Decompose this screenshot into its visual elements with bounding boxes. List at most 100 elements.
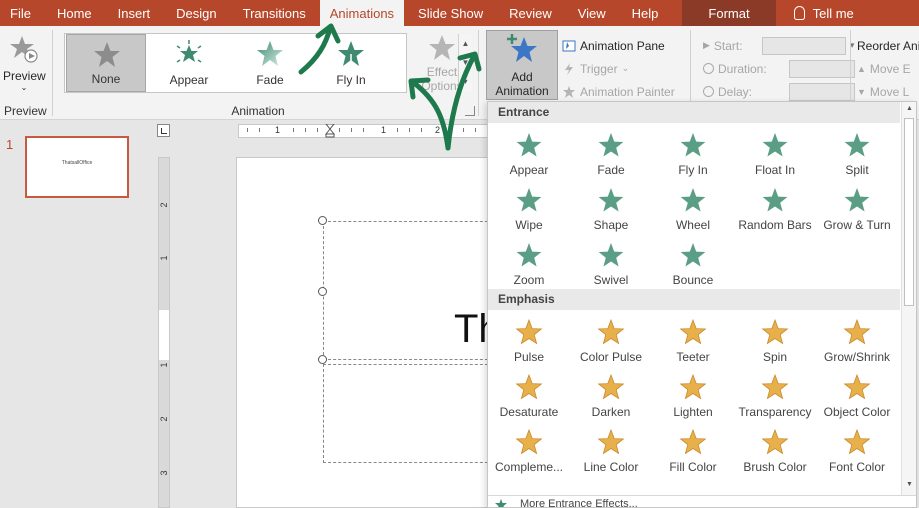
entrance-effect-wipe[interactable]: Wipe (488, 181, 570, 235)
arrow-down-icon: ▼ (857, 86, 866, 97)
emphasis-effect-line-color[interactable]: Line Color (570, 423, 652, 477)
emphasis-effect-transparency[interactable]: Transparency (734, 368, 816, 422)
tab-selector-icon[interactable] (157, 124, 170, 137)
animation-painter-button[interactable]: Animation Painter (562, 80, 675, 103)
ruler-tick (339, 128, 340, 132)
tell-me-label: Tell me (812, 5, 854, 21)
tab-animations[interactable]: Animations (319, 0, 405, 26)
ruler-tick (409, 128, 410, 132)
subtitle-placeholder[interactable] (323, 364, 493, 463)
resize-handle[interactable] (318, 287, 327, 296)
delay-label: Delay: (718, 84, 753, 99)
animation-pane-label: Animation Pane (580, 38, 665, 53)
entrance-effect-label: Fade (597, 163, 625, 177)
entrance-float-in-star-icon (762, 133, 788, 157)
emphasis-effect-lighten[interactable]: Lighten (652, 368, 734, 422)
preview-button[interactable]: Preview ⌄ (3, 34, 46, 92)
entrance-appear-star-icon (516, 133, 542, 157)
emphasis-effect-label: Compleme... (494, 460, 564, 474)
emphasis-effect-font-color[interactable]: Font Color (816, 423, 898, 477)
tab-design[interactable]: Design (160, 0, 226, 26)
effect-options-button[interactable]: Effect Options (420, 34, 464, 93)
emphasis-effect-darken[interactable]: Darken (570, 368, 652, 422)
emphasis-effect-object-color[interactable]: Object Color (816, 368, 898, 422)
entrance-effect-split[interactable]: Split (816, 126, 898, 180)
entrance-effect-label: Wheel (675, 218, 710, 232)
emphasis-effect-brush-color[interactable]: Brush Color (734, 423, 816, 477)
emphasis-effect-label: Teeter (676, 350, 710, 364)
more-entrance-effects-link[interactable]: More Entrance Effects... (488, 495, 916, 507)
emphasis-effect-grow-shrink[interactable]: Grow/Shrink (816, 313, 898, 367)
entrance-effect-bounce[interactable]: Bounce (652, 236, 734, 290)
animation-pane-button[interactable]: Animation Pane (562, 34, 675, 57)
tab-transitions[interactable]: Transitions (227, 0, 316, 26)
emphasis-effect-label: Darken (591, 405, 631, 419)
add-animation-label-2: Animation (495, 84, 549, 98)
delay-input[interactable] (789, 82, 855, 101)
add-animation-button[interactable]: Add Animation (486, 30, 558, 100)
dropdown-scrollbar[interactable]: ▲ ▼ (901, 102, 916, 495)
delay-clock-icon (703, 86, 714, 97)
tell-me-search[interactable]: Tell me (776, 0, 854, 26)
ruler-number: 2 (435, 125, 441, 135)
lightbulb-icon (793, 6, 805, 20)
entrance-effect-fly-in[interactable]: Fly In (652, 126, 734, 180)
scrollbar-thumb[interactable] (904, 118, 914, 306)
emphasis-font-color-star-icon (843, 428, 871, 455)
entrance-effect-random-bars[interactable]: Random Bars (734, 181, 816, 235)
duration-input[interactable] (789, 59, 855, 78)
emphasis-effect-pulse[interactable]: Pulse (488, 313, 570, 367)
tab-file[interactable]: File (0, 0, 41, 26)
delay-row: Delay: (703, 80, 855, 103)
emphasis-effect-compleme[interactable]: Compleme... (488, 423, 570, 477)
indent-marker-icon[interactable] (325, 124, 335, 138)
entrance-effect-swivel[interactable]: Swivel (570, 236, 652, 290)
entrance-effect-fade[interactable]: Fade (570, 126, 652, 180)
entrance-effect-zoom[interactable]: Zoom (488, 236, 570, 290)
scroll-down-icon[interactable]: ▼ (902, 478, 916, 492)
entrance-effect-float-in[interactable]: Float In (734, 126, 816, 180)
resize-handle[interactable] (318, 355, 327, 364)
gallery-item-none[interactable]: None (66, 34, 146, 92)
tab-help[interactable]: Help (616, 0, 669, 26)
tab-view[interactable]: View (562, 0, 616, 26)
entrance-effect-label: Appear (509, 163, 549, 177)
scroll-up-icon[interactable]: ▲ (902, 102, 916, 116)
ruler-number: 1 (159, 255, 169, 261)
entrance-effect-label: Random Bars (738, 218, 812, 232)
emphasis-line-color-star-icon (597, 428, 625, 455)
gallery-item-appear[interactable]: Appear (149, 34, 229, 92)
preview-dropdown-icon[interactable]: ⌄ (3, 84, 45, 92)
gallery-item-fade[interactable]: Fade (230, 34, 310, 92)
entrance-effect-shape[interactable]: Shape (570, 181, 652, 235)
emphasis-lighten-star-icon (679, 373, 707, 400)
slide-thumbnail[interactable]: ThatsallOffice (25, 136, 129, 198)
move-earlier-label: Move E (869, 61, 911, 76)
emphasis-effect-color-pulse[interactable]: Color Pulse (570, 313, 652, 367)
tab-home[interactable]: Home (41, 0, 102, 26)
ruler-number: 1 (275, 125, 281, 135)
tab-slide-show[interactable]: Slide Show (404, 0, 493, 26)
emphasis-effect-fill-color[interactable]: Fill Color (652, 423, 734, 477)
ruler-number: 2 (159, 416, 169, 422)
entrance-effect-label: Bounce (672, 273, 714, 287)
tab-format[interactable]: Format (682, 0, 776, 26)
animation-group-launcher-icon[interactable] (465, 106, 475, 116)
emphasis-effect-teeter[interactable]: Teeter (652, 313, 734, 367)
trigger-button[interactable]: Trigger ⌄ (562, 57, 675, 80)
slide-thumbnail-text: ThatsallOffice (61, 160, 93, 166)
resize-handle[interactable] (318, 216, 327, 225)
entrance-effect-grow-turn[interactable]: Grow & Turn (816, 181, 898, 235)
entrance-effect-wheel[interactable]: Wheel (652, 181, 734, 235)
reorder-title: Reorder Ani (857, 38, 919, 53)
star-none-icon (94, 42, 120, 67)
entrance-effect-appear[interactable]: Appear (488, 126, 570, 180)
emphasis-effect-desaturate[interactable]: Desaturate (488, 368, 570, 422)
gallery-item-fly-in[interactable]: Fly In (311, 34, 391, 92)
start-select[interactable] (761, 36, 846, 55)
move-earlier-button[interactable]: ▲ Move E (857, 57, 919, 80)
move-later-button[interactable]: ▼ Move L (857, 80, 919, 103)
tab-insert[interactable]: Insert (102, 0, 161, 26)
emphasis-effect-spin[interactable]: Spin (734, 313, 816, 367)
tab-review[interactable]: Review (493, 0, 562, 26)
